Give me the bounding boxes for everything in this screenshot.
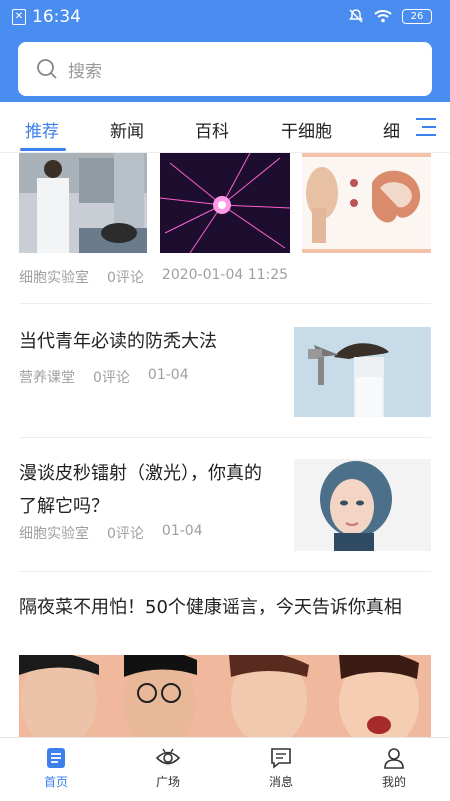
header: 搜索: [0, 36, 450, 102]
search-icon: [37, 59, 57, 79]
tab-encyclopedia[interactable]: 百科: [195, 117, 229, 142]
nav-messages[interactable]: 消息: [241, 746, 321, 790]
nav-label: 消息: [268, 775, 293, 789]
news-time: 01-04: [161, 523, 203, 539]
wifi-icon: [374, 10, 392, 23]
bone-diagram-image: [302, 153, 431, 253]
home-icon: [47, 748, 65, 768]
sim-icon: ✕: [12, 9, 26, 25]
gossip-cartoon-image: [19, 655, 431, 737]
eye-icon: [155, 748, 181, 765]
mute-icon: [349, 9, 363, 23]
woman-portrait-photo: [294, 459, 431, 551]
news-feed[interactable]: 细胞实验室 0评论 2020-01-04 11:25 当代青年必读的防秃大法 营…: [0, 153, 450, 737]
divider: [19, 437, 431, 438]
news-title: 当代青年必读的防秃大法: [19, 331, 217, 352]
tab-cell[interactable]: 细: [383, 117, 400, 142]
tab-active-indicator: [20, 148, 66, 151]
hair-dryer-photo: [294, 327, 431, 417]
nav-label: 首页: [43, 775, 68, 789]
status-time: 16:34: [32, 7, 81, 27]
news-source: 细胞实验室: [19, 270, 89, 286]
news-source: 营养课堂: [19, 370, 75, 386]
tab-news[interactable]: 新闻: [110, 117, 144, 142]
news-title: 漫谈皮秒镭射（激光），你真的了解它吗？: [19, 463, 262, 517]
search-input[interactable]: 搜索: [18, 42, 432, 96]
divider: [19, 571, 431, 572]
nav-label: 我的: [381, 775, 406, 789]
battery-icon: 26: [402, 8, 432, 24]
nav-home[interactable]: 首页: [16, 746, 96, 790]
message-icon: [271, 748, 291, 769]
tab-menu-icon[interactable]: [414, 116, 438, 138]
search-placeholder: 搜索: [68, 61, 102, 82]
plasma-ball-photo: [160, 153, 290, 253]
user-icon: [384, 748, 404, 769]
tab-stem-cell[interactable]: 干细胞: [281, 117, 332, 142]
news-comments: 0评论: [107, 270, 144, 286]
category-tabs: 推荐 新闻 百科 干细胞 细: [0, 102, 450, 153]
nav-profile[interactable]: 我的: [354, 746, 434, 790]
status-bar: ✕ 16:34 26: [0, 0, 450, 36]
tab-recommend[interactable]: 推荐: [25, 117, 59, 142]
nav-label: 广场: [155, 775, 180, 789]
lab-photo: [19, 153, 147, 253]
nav-plaza[interactable]: 广场: [128, 746, 208, 790]
news-source: 细胞实验室: [19, 526, 89, 542]
news-time: 2020-01-04 11:25: [161, 267, 289, 283]
news-comments: 0评论: [93, 370, 130, 386]
bottom-nav: 首页 广场 消息 我的: [0, 737, 450, 801]
divider: [19, 303, 431, 304]
news-title: 隔夜菜不用怕！50个健康谣言，今天告诉你真相: [19, 597, 402, 618]
news-time: 01-04: [147, 367, 189, 383]
news-comments: 0评论: [107, 526, 144, 542]
